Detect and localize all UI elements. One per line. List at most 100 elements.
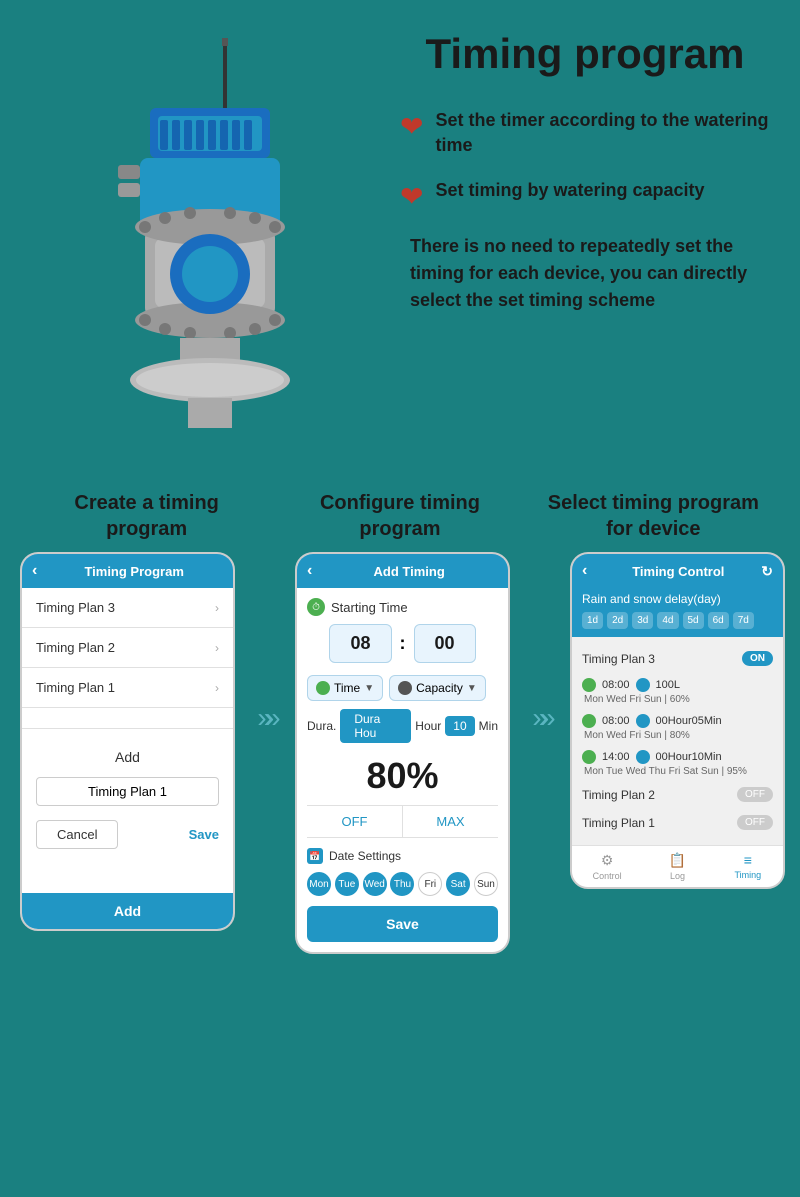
p2-percent: 80% [307,755,498,797]
p2-days-row[interactable]: Mon Tue Wed Thu Fri Sat Sun [307,872,498,896]
phone3-header: ‹ Timing Control ↻ [572,554,783,588]
p2-time-icon [316,681,330,695]
p2-save-button[interactable]: Save [307,906,498,942]
p3-plan1-toggle[interactable]: OFF [737,815,773,830]
p2-date-icon: 📅 [307,848,323,864]
p2-clock-icon: ⏱ [307,598,325,616]
p2-capacity-btn[interactable]: Capacity ▼ [389,675,486,701]
p3-entry3-dur-icon [636,750,650,764]
p2-hour-box[interactable]: 08 [329,624,391,663]
p3-entry3-row1: 14:00 00Hour10Min [582,750,773,764]
p1-cancel-button[interactable]: Cancel [36,820,118,849]
feature-item-1: ❤ Set the timer according to the waterin… [400,108,770,158]
p1-add-label: Add [36,749,219,765]
p1-item1-label: Timing Plan 1 [36,680,115,695]
p2-day-sat[interactable]: Sat [446,872,470,896]
p3-plan1-name: Timing Plan 1 [582,816,655,830]
p3-entry1-row1: 08:00 100L [582,678,773,692]
p3-foot-control[interactable]: ⚙ Control [572,852,642,881]
phones-row: ‹ Timing Program Timing Plan 3 › Timing … [20,552,780,954]
p3-day-2d[interactable]: 2d [607,612,628,629]
phone2-body: ⏱ Starting Time 08 : 00 Time ▼ [297,588,508,952]
p3-timing-icon: ≡ [713,852,783,868]
p3-foot-log[interactable]: 📋 Log [642,852,712,881]
p2-date-section: 📅 Date Settings Mon Tue Wed Thu Fri Sat … [307,848,498,896]
p2-time-btn[interactable]: Time ▼ [307,675,383,701]
p3-plan2-toggle[interactable]: OFF [737,787,773,802]
step1-label: Create a timing program [37,490,257,542]
p1-item1-chevron: › [215,681,219,695]
p2-controls-row: Time ▼ Capacity ▼ [307,675,498,701]
phone1-mockup: ‹ Timing Program Timing Plan 3 › Timing … [20,552,235,931]
p2-capacity-chevron: ▼ [467,683,477,694]
p3-entry2-dur-icon [636,714,650,728]
p3-entry2-time-icon [582,714,596,728]
p3-entry3-time-icon [582,750,596,764]
p3-day-6d[interactable]: 6d [708,612,729,629]
right-content: Timing program ❤ Set the timer according… [380,30,770,314]
p3-entry3-days: Mon Tue Wed Thu Fri Sat Sun | 95% [582,766,773,777]
p1-footer-add[interactable]: Add [22,893,233,929]
p3-plan3-row: Timing Plan 3 ON [582,645,773,673]
p2-dura-box[interactable]: Dura Hou [340,709,411,743]
phone2-back-arrow[interactable]: ‹ [307,562,312,580]
p3-entry2-row1: 08:00 00Hour05Min [582,714,773,728]
p1-list-item-2[interactable]: Timing Plan 2 › [22,628,233,668]
p2-starting-time-label: ⏱ Starting Time [307,598,498,616]
p3-entry3: 14:00 00Hour10Min Mon Tue Wed Thu Fri Sa… [582,745,773,781]
p1-list-item-1[interactable]: Timing Plan 1 › [22,668,233,708]
p2-colon: : [400,633,406,654]
p3-days-row[interactable]: 1d 2d 3d 4d 5d 6d 7d [582,612,773,629]
p2-day-tue[interactable]: Tue [335,872,359,896]
phone2-header: ‹ Add Timing [297,554,508,588]
p3-foot-timing[interactable]: ≡ Timing [713,852,783,881]
p1-buttons: Cancel Save [36,820,219,849]
bottom-section: Create a timing program Configure timing… [0,470,800,984]
step3-label: Select timing program for device [543,490,763,542]
p3-day-1d[interactable]: 1d [582,612,603,629]
phone3-back-arrow[interactable]: ‹ [582,562,587,580]
p3-plan2-name: Timing Plan 2 [582,788,655,802]
phone3-mockup: ‹ Timing Control ↻ Rain and snow delay(d… [570,552,785,889]
page-title: Timing program [400,30,770,78]
p3-entry1-days: Mon Wed Fri Sun | 60% [582,694,773,705]
p3-day-7d[interactable]: 7d [733,612,754,629]
top-section: Timing program ❤ Set the timer according… [0,0,800,470]
p1-item2-chevron: › [215,641,219,655]
p2-day-thu[interactable]: Thu [390,872,414,896]
p1-item3-label: Timing Plan 3 [36,600,115,615]
p2-day-wed[interactable]: Wed [363,872,387,896]
p1-save-button[interactable]: Save [189,820,219,849]
phone1-back-arrow[interactable]: ‹ [32,562,37,580]
p2-minute-box[interactable]: 00 [414,624,476,663]
p3-day-4d[interactable]: 4d [657,612,678,629]
heart-icon-1: ❤ [400,110,423,143]
steps-labels: Create a timing program Configure timing… [20,490,780,542]
p2-day-fri[interactable]: Fri [418,872,442,896]
p1-item2-label: Timing Plan 2 [36,640,115,655]
p3-entry1-time-icon [582,678,596,692]
p3-plan2-row: Timing Plan 2 OFF [582,781,773,809]
p3-day-3d[interactable]: 3d [632,612,653,629]
p1-item3-chevron: › [215,601,219,615]
feature-text-1: Set the timer according to the watering … [435,108,770,158]
p2-day-sun[interactable]: Sun [474,872,498,896]
p2-max-btn[interactable]: MAX [403,806,498,837]
p2-dura-row: Dura. Dura Hou Hour 10 Min [307,709,498,743]
p1-list-item-3[interactable]: Timing Plan 3 › [22,588,233,628]
p3-entry2: 08:00 00Hour05Min Mon Wed Fri Sun | 80% [582,709,773,745]
p2-min-num[interactable]: 10 [445,716,474,736]
p3-footer: ⚙ Control 📋 Log ≡ Timing [572,845,783,887]
p1-name-input[interactable] [36,777,219,806]
p2-off-btn[interactable]: OFF [307,806,402,837]
product-image [50,30,360,450]
phone3-header-title: Timing Control [595,564,761,579]
heart-icon-2: ❤ [400,180,423,213]
p3-body: Timing Plan 3 ON 08:00 100L Mon Wed Fri … [572,637,783,845]
p3-entry1: 08:00 100L Mon Wed Fri Sun | 60% [582,673,773,709]
p3-day-5d[interactable]: 5d [683,612,704,629]
p3-plan3-name: Timing Plan 3 [582,652,655,666]
p3-plan3-toggle[interactable]: ON [742,651,773,666]
p2-day-mon[interactable]: Mon [307,872,331,896]
phone3-refresh-icon[interactable]: ↻ [761,563,773,580]
